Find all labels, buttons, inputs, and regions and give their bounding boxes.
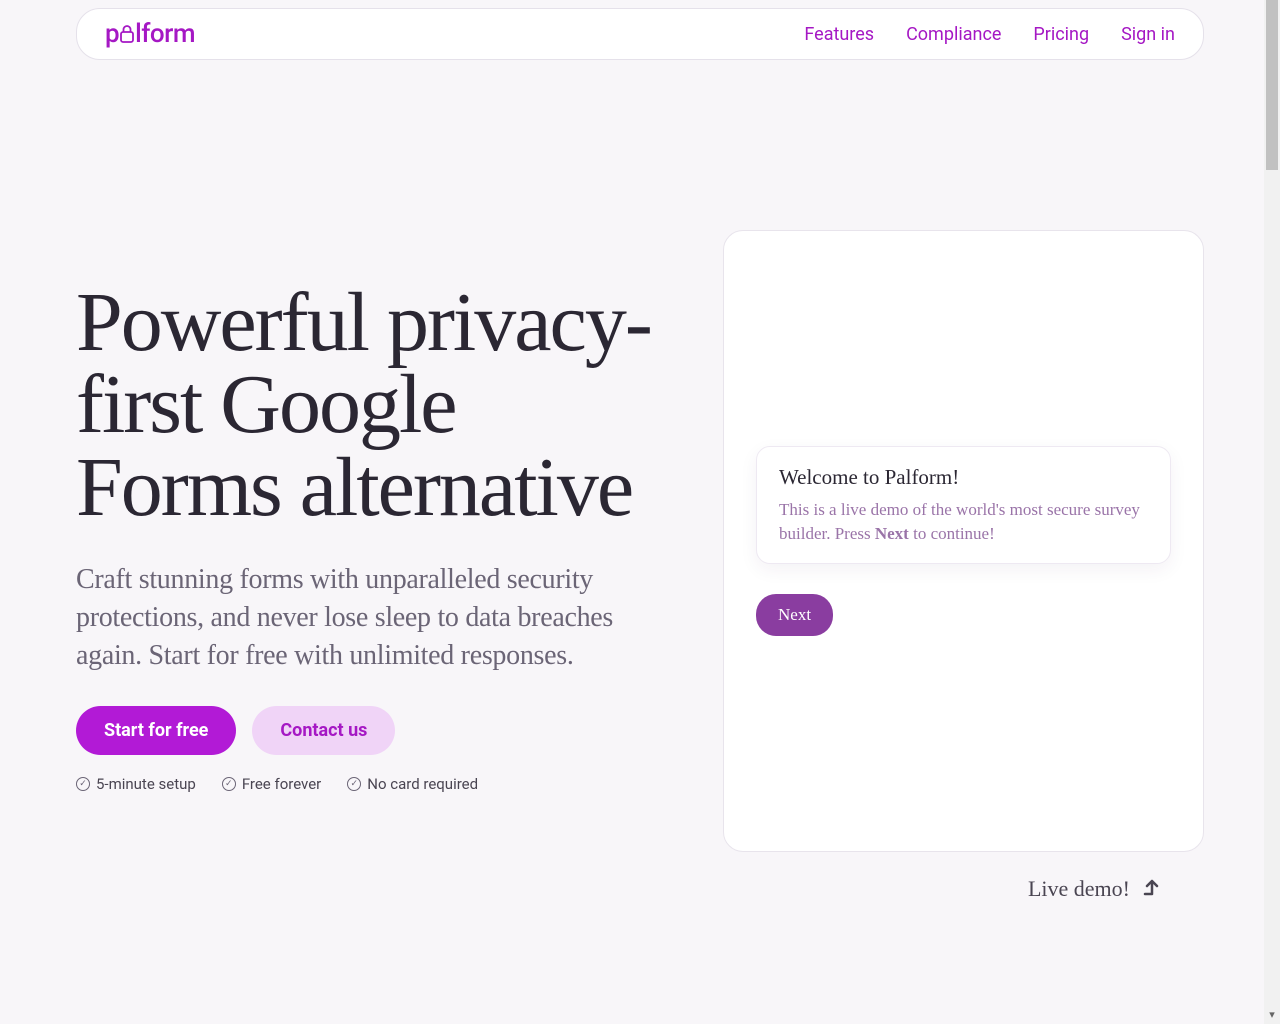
nav-pricing[interactable]: Pricing [1033, 24, 1089, 45]
nav-signin[interactable]: Sign in [1121, 24, 1175, 45]
nav-links: Features Compliance Pricing Sign in [804, 24, 1175, 45]
logo[interactable]: p lform [105, 19, 195, 49]
scrollbar[interactable]: ▴ ▾ [1264, 0, 1280, 1024]
hero-subtitle: Craft stunning forms with unparalleled s… [76, 561, 663, 674]
check-circle-icon: ✓ [347, 777, 361, 791]
badge-setup-label: 5-minute setup [96, 775, 196, 793]
hero-right: Welcome to Palform! This is a live demo … [723, 230, 1204, 902]
badge-nocard-label: No card required [367, 775, 478, 793]
check-circle-icon: ✓ [222, 777, 236, 791]
next-button[interactable]: Next [756, 594, 833, 636]
badge-free: ✓ Free forever [222, 775, 321, 793]
arrow-up-icon [1142, 876, 1160, 902]
demo-card: Welcome to Palform! This is a live demo … [723, 230, 1204, 852]
demo-text-after: to continue! [909, 524, 995, 543]
hero-left: Powerful privacy-first Google Forms alte… [76, 230, 663, 793]
lock-icon [120, 20, 134, 50]
demo-card-text: This is a live demo of the world's most … [779, 498, 1148, 546]
demo-welcome-box: Welcome to Palform! This is a live demo … [756, 446, 1171, 565]
start-free-button[interactable]: Start for free [76, 706, 236, 755]
navbar: p lform Features Compliance Pricing Sign… [76, 8, 1204, 60]
badges-row: ✓ 5-minute setup ✓ Free forever ✓ No car… [76, 775, 663, 793]
badge-setup: ✓ 5-minute setup [76, 775, 196, 793]
logo-prefix: p [105, 19, 119, 49]
check-circle-icon: ✓ [76, 777, 90, 791]
hero-title: Powerful privacy-first Google Forms alte… [76, 282, 663, 529]
live-demo-text: Live demo! [1028, 876, 1130, 902]
contact-us-button[interactable]: Contact us [252, 706, 395, 755]
cta-row: Start for free Contact us [76, 706, 663, 755]
live-demo-label: Live demo! [1028, 876, 1160, 902]
scrollbar-thumb[interactable] [1266, 0, 1278, 170]
hero-section: Powerful privacy-first Google Forms alte… [76, 230, 1204, 902]
badge-nocard: ✓ No card required [347, 775, 478, 793]
badge-free-label: Free forever [242, 775, 321, 793]
demo-card-title: Welcome to Palform! [779, 465, 1148, 490]
scroll-down-icon[interactable]: ▾ [1264, 1008, 1280, 1024]
logo-suffix: lform [135, 19, 195, 49]
nav-compliance[interactable]: Compliance [906, 24, 1001, 45]
demo-text-bold: Next [875, 524, 909, 543]
nav-features[interactable]: Features [804, 24, 874, 45]
